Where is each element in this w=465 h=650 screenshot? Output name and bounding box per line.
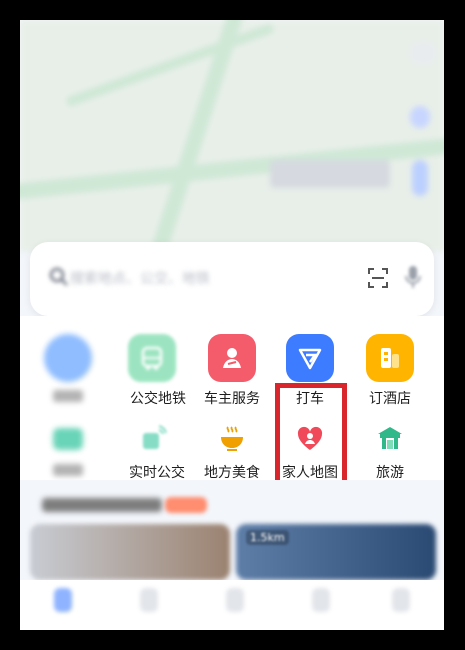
grid-item-travel[interactable]: 旅游 [350,422,430,482]
bus-icon [128,334,176,382]
grid-item-nearby[interactable] [28,334,108,402]
grid-item-label: 订酒店 [369,391,411,407]
grid-item-car-owner[interactable]: 车主服务 [192,334,272,408]
blurred-icon [51,422,85,456]
section-title-blurred [42,498,162,512]
scan-icon[interactable] [366,266,390,290]
grid-item-label: 实时公交 [129,465,185,481]
grid-item-label: 车主服务 [204,391,260,407]
hotel-icon [366,334,414,382]
grid-item-label: 旅游 [376,465,404,481]
map-view[interactable] [20,20,444,257]
food-bowl-icon [215,422,249,456]
grid-item-label: 公交地铁 [130,391,186,407]
nav-home-icon[interactable] [54,588,72,612]
recommend-card-left[interactable] [30,524,230,580]
zoom-control[interactable] [412,160,428,196]
pavilion-icon [373,422,407,456]
nearby-icon [44,334,92,382]
grid-item-bus-subway[interactable]: 公交地铁 [112,334,192,408]
nav-tab-icon[interactable] [392,588,410,612]
grid-item-local-food[interactable]: 地方美食 [192,422,272,482]
phone-screen: 搜索地点、公交、地铁 公交地铁 车主服务 打车 订酒店 实时公交 地方美食 家人… [20,20,444,630]
grid-item-blurred[interactable] [28,422,108,476]
user-service-icon [208,334,256,382]
locate-button[interactable] [410,106,430,128]
bottom-nav [20,580,444,630]
nav-tab-icon[interactable] [140,588,158,612]
distance-label: 1.5km [246,530,289,545]
highlight-box [275,383,347,490]
search-bar[interactable]: 搜索地点、公交、地铁 [30,242,434,316]
search-placeholder: 搜索地点、公交、地铁 [70,271,210,287]
search-icon [49,267,68,286]
layers-button[interactable] [410,42,436,64]
grid-item-label-blurred [53,464,83,476]
grid-item-realtime-bus[interactable]: 实时公交 [112,422,192,482]
taxi-icon [286,334,334,382]
nav-tab-icon[interactable] [226,588,244,612]
microphone-icon[interactable] [402,264,424,290]
hot-badge [165,497,207,513]
realtime-bus-icon [135,422,169,456]
grid-item-hotel[interactable]: 订酒店 [350,334,430,408]
nav-tab-icon[interactable] [312,588,330,612]
grid-item-label-blurred [53,390,83,402]
grid-item-label: 地方美食 [204,465,260,481]
